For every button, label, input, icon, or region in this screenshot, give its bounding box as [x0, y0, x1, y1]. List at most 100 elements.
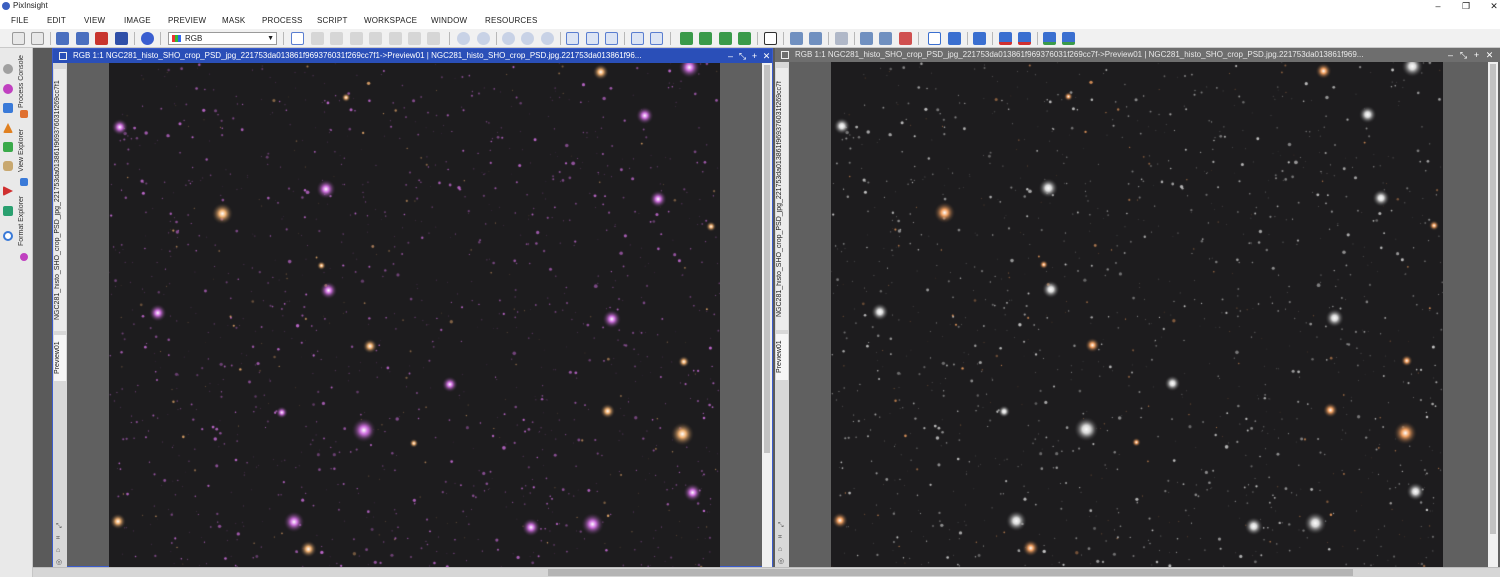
tab-process-console[interactable]: Process Console — [18, 50, 31, 114]
shade-view-button[interactable]: ⤡ — [1458, 48, 1469, 62]
chart-icon[interactable] — [3, 206, 13, 216]
image-view-right[interactable]: RGB 1:1 NGC281_histo_SHO_crop_PSD_jpg_22… — [775, 48, 1500, 567]
zoom-indicator-icon[interactable]: ◎ — [56, 559, 64, 567]
preview-delete-icon[interactable] — [605, 32, 618, 45]
minimize-view-button[interactable]: – — [1445, 48, 1456, 62]
mask-invert-icon[interactable] — [719, 32, 732, 45]
menu-window[interactable]: WINDOW — [431, 16, 467, 25]
pointer-icon[interactable] — [408, 32, 421, 45]
shade-view-button[interactable]: ⤡ — [737, 49, 748, 63]
tab-preview01[interactable]: Preview01 — [54, 335, 66, 381]
arrow-icon[interactable] — [3, 186, 13, 196]
preview-fit-icon[interactable] — [650, 32, 663, 45]
restore-button[interactable]: ❐ — [1452, 0, 1480, 13]
display-green-icon[interactable] — [1043, 32, 1056, 45]
star-icon[interactable] — [3, 123, 13, 133]
tab-preview01[interactable]: Preview01 — [776, 334, 788, 380]
screen-auto-icon[interactable] — [835, 32, 848, 45]
tab-format-explorer[interactable]: Format Explorer — [18, 190, 31, 252]
maximize-view-button[interactable]: + — [749, 49, 760, 63]
fit-view-icon[interactable]: ⌗ — [778, 534, 786, 542]
channel-select[interactable]: RGB ▼ — [168, 32, 277, 45]
move-all-icon[interactable] — [369, 32, 382, 45]
mask-show-icon[interactable] — [680, 32, 693, 45]
menu-mask[interactable]: MASK — [222, 16, 245, 25]
minimize-button[interactable]: – — [1424, 0, 1452, 13]
resize-icon[interactable]: ⤡ — [56, 523, 64, 531]
process-icon[interactable] — [3, 84, 13, 94]
preview-crop-icon[interactable] — [631, 32, 644, 45]
screen-reset-icon[interactable] — [860, 32, 873, 45]
minimize-view-button[interactable]: – — [725, 49, 736, 63]
mask-link-icon[interactable] — [738, 32, 751, 45]
tab-main-view[interactable]: NGC281_histo_SHO_crop_PSD_jpg_221753da01… — [776, 68, 788, 330]
hscroll-thumb[interactable] — [548, 569, 1353, 576]
preview-new-icon[interactable] — [566, 32, 579, 45]
zoom-fit-icon[interactable] — [330, 32, 343, 45]
database-icon[interactable] — [3, 161, 13, 171]
zoom-in-icon[interactable] — [457, 32, 470, 45]
tab-view-explorer[interactable]: View Explorer — [18, 124, 31, 176]
zoom-indicator-icon[interactable]: ◎ — [778, 558, 786, 566]
menu-script[interactable]: SCRIPT — [317, 16, 348, 25]
select-icon[interactable] — [389, 32, 402, 45]
screen-green-icon[interactable] — [879, 32, 892, 45]
display-red2-icon[interactable] — [1018, 32, 1031, 45]
display-down-icon[interactable] — [973, 32, 986, 45]
screen-red-icon[interactable] — [899, 32, 912, 45]
close-window-button[interactable]: ✕ — [1480, 0, 1500, 13]
image-canvas-left[interactable] — [109, 63, 720, 568]
vertical-scrollbar[interactable] — [1488, 62, 1498, 567]
close-view-button[interactable]: ✕ — [1484, 48, 1495, 62]
mask-enable-icon[interactable] — [699, 32, 712, 45]
cursor-icon[interactable] — [427, 32, 440, 45]
scrollbar-thumb[interactable] — [764, 65, 770, 453]
gear-icon[interactable] — [3, 64, 13, 74]
stf-link-icon[interactable] — [764, 32, 777, 45]
lock-icon[interactable]: ⌂ — [56, 547, 64, 555]
undo-icon[interactable] — [12, 32, 25, 45]
resize-icon[interactable]: ⤡ — [778, 522, 786, 530]
move-icon[interactable] — [350, 32, 363, 45]
menu-workspace[interactable]: WORKSPACE — [364, 16, 417, 25]
zoom-out-icon[interactable] — [477, 32, 490, 45]
menu-view[interactable]: VIEW — [84, 16, 105, 25]
cube-icon[interactable] — [3, 142, 13, 152]
close-view-button[interactable]: ✕ — [761, 49, 772, 63]
screen-stf-icon[interactable] — [809, 32, 822, 45]
display-icon[interactable] — [928, 32, 941, 45]
menu-image[interactable]: IMAGE — [124, 16, 151, 25]
maximize-view-button[interactable]: + — [1471, 48, 1482, 62]
zoom-1-icon[interactable] — [502, 32, 515, 45]
display-blend-icon[interactable] — [948, 32, 961, 45]
starfield-image-right[interactable] — [831, 62, 1443, 567]
open-icon[interactable] — [76, 32, 89, 45]
display-green2-icon[interactable] — [1062, 32, 1075, 45]
fit-view-icon[interactable]: ⌗ — [56, 535, 64, 543]
preview-edit-icon[interactable] — [586, 32, 599, 45]
screen-icon[interactable] — [790, 32, 803, 45]
horizontal-scrollbar[interactable] — [33, 567, 1500, 577]
new-image-icon[interactable] — [56, 32, 69, 45]
starfield-image-left[interactable] — [109, 63, 720, 568]
redo-icon[interactable] — [31, 32, 44, 45]
fit-icon[interactable] — [311, 32, 324, 45]
zoom-3-icon[interactable] — [541, 32, 554, 45]
readout-icon[interactable] — [141, 32, 154, 45]
lock-icon[interactable]: ⌂ — [778, 546, 786, 554]
pan-icon[interactable] — [291, 32, 304, 45]
display-red-icon[interactable] — [999, 32, 1012, 45]
save-as-icon[interactable] — [115, 32, 128, 45]
image-canvas-right[interactable] — [831, 62, 1443, 567]
vertical-scrollbar[interactable] — [762, 63, 772, 568]
tab-main-view[interactable]: NGC281_histo_SHO_crop_PSD_jpg_221753da01… — [54, 69, 66, 331]
scrollbar-thumb[interactable] — [1490, 64, 1496, 534]
menu-edit[interactable]: EDIT — [47, 16, 66, 25]
menu-preview[interactable]: PREVIEW — [168, 16, 206, 25]
target-icon[interactable] — [3, 231, 13, 241]
save-icon[interactable] — [95, 32, 108, 45]
image-icon[interactable] — [3, 103, 13, 113]
menu-process[interactable]: PROCESS — [262, 16, 303, 25]
zoom-2-icon[interactable] — [521, 32, 534, 45]
menu-file[interactable]: FILE — [11, 16, 29, 25]
